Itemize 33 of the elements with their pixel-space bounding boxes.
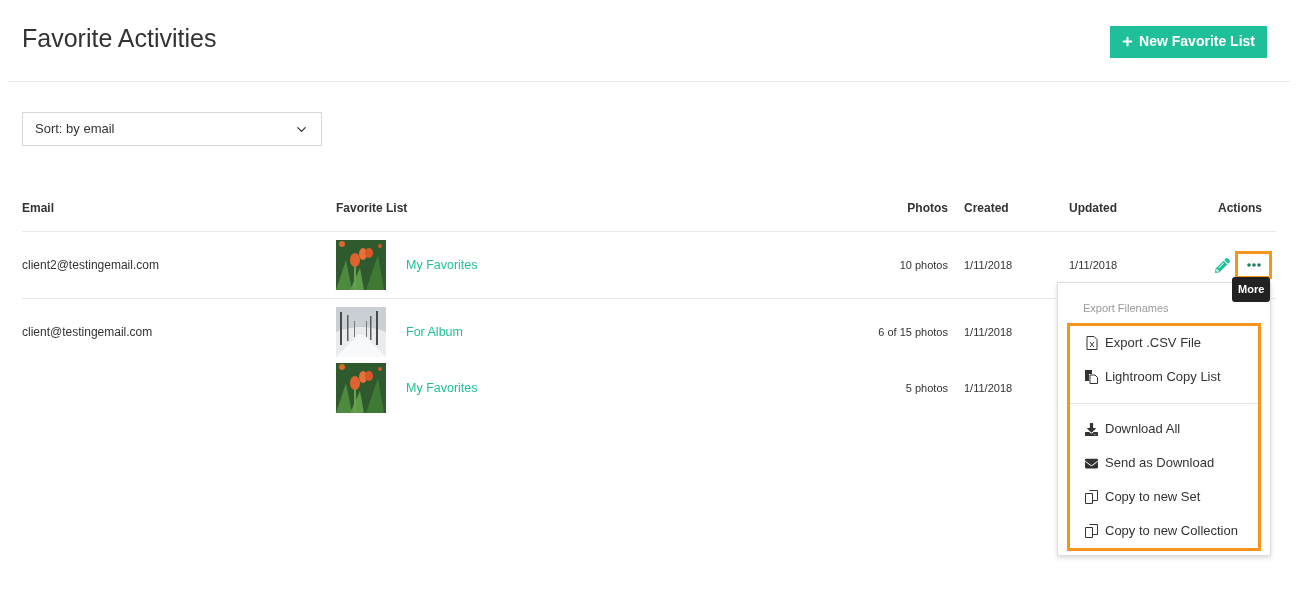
photo-count: 10 photos — [899, 257, 948, 273]
download-icon — [1085, 422, 1098, 436]
photo-count: 6 of 15 photos — [878, 324, 948, 340]
copy-icon — [1085, 490, 1098, 504]
email-cell-text: client2@testingemail.com — [22, 257, 159, 274]
menu-item[interactable]: Download All — [1070, 412, 1258, 446]
menu-item[interactable]: Lightroom Copy List — [1070, 360, 1258, 394]
menu-item[interactable]: Export .CSV File — [1070, 326, 1258, 360]
column-header: Photos — [907, 200, 948, 215]
menu-item[interactable]: Send as Download — [1070, 446, 1258, 480]
created-date: 1/11/2018 — [964, 257, 1013, 273]
envelope-icon — [1085, 456, 1098, 470]
menu-item[interactable]: Copy to new Set — [1070, 480, 1258, 514]
sort-dropdown[interactable]: Sort: by email — [22, 112, 322, 146]
tooltip: More — [1232, 277, 1271, 302]
updated-date: 1/11/2018 — [1069, 257, 1118, 273]
page-title: Favorite Activities — [22, 22, 217, 54]
copy-icon — [1085, 524, 1098, 538]
menu-item[interactable]: Copy to new Collection — [1070, 514, 1258, 548]
created-date: 1/11/2018 — [964, 324, 1013, 340]
menu-header: Export Filenames — [1083, 302, 1169, 314]
column-header: Email — [22, 200, 54, 215]
email-cell-text: client@testingemail.com — [22, 324, 153, 341]
spreadsheet-file-icon — [1085, 336, 1098, 350]
column-header: Actions — [1218, 200, 1262, 215]
column-header: Favorite List — [336, 200, 408, 215]
column-header: Updated — [1069, 200, 1117, 215]
plus-icon — [1122, 36, 1134, 47]
more-dots-icon — [1246, 263, 1261, 267]
photo-count: 5 photos — [905, 380, 948, 396]
created-date: 1/11/2018 — [964, 380, 1013, 396]
column-header: Created — [964, 200, 1009, 215]
documents-icon — [1085, 370, 1098, 384]
